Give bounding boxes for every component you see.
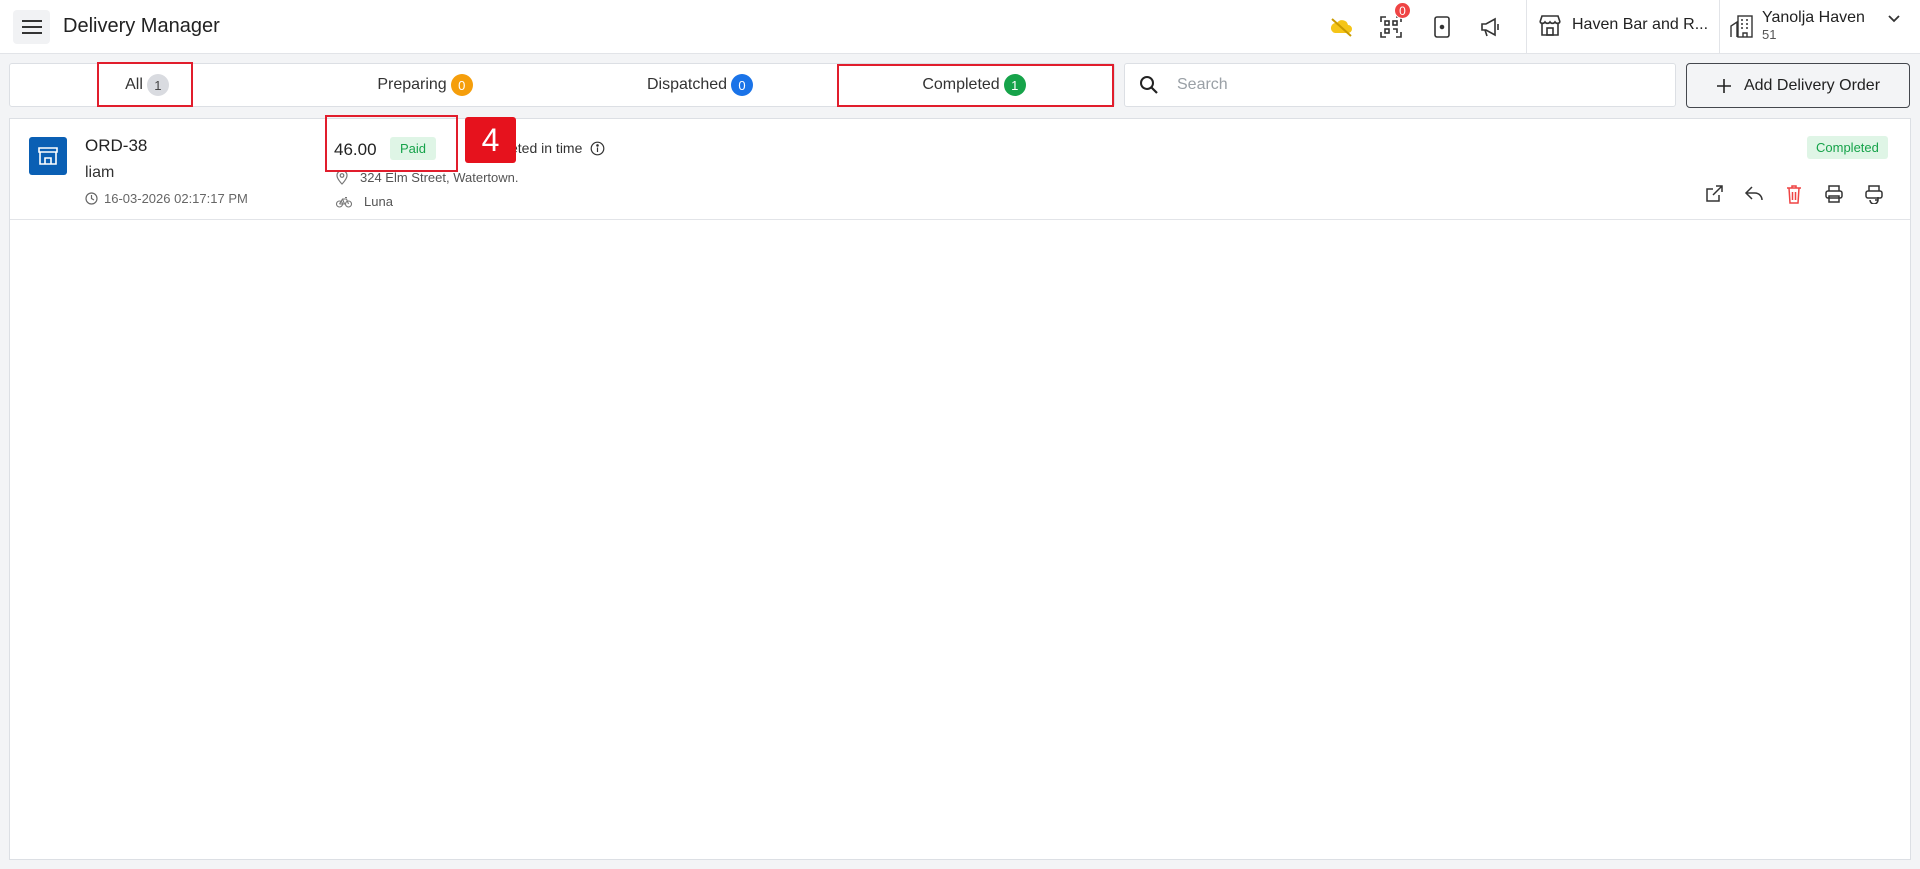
order-status-badge: Completed <box>1807 136 1888 159</box>
printer-refresh-icon <box>1865 185 1883 204</box>
chevron-down-icon <box>1888 15 1900 23</box>
property-name: Yanolja Haven <box>1762 9 1865 26</box>
reprint-button[interactable] <box>1862 182 1886 206</box>
tab-label: Dispatched <box>646 76 728 93</box>
plus-icon <box>1716 78 1731 93</box>
tab-preparing[interactable]: Preparing 0 <box>350 64 500 106</box>
clock-icon <box>85 192 98 205</box>
highlight-box-all-tab <box>97 62 193 107</box>
tab-dispatched[interactable]: Dispatched 0 <box>620 64 780 106</box>
order-id[interactable]: ORD-38 <box>85 136 147 156</box>
highlight-box-completed-tab <box>837 64 1114 107</box>
restaurant-name: Haven Bar and R... <box>1572 16 1709 33</box>
tab-count-badge: 0 <box>450 74 473 96</box>
divider <box>1719 0 1720 54</box>
timing-text: eted in time <box>510 140 583 156</box>
external-link-icon <box>1706 185 1723 202</box>
tab-count-badge: 0 <box>731 74 754 96</box>
qr-scan-icon <box>1380 16 1402 38</box>
hamburger-menu-button[interactable] <box>13 10 50 44</box>
property-number: 51 <box>1762 27 1777 42</box>
bicycle-icon <box>336 196 352 208</box>
printer-icon <box>1825 185 1843 203</box>
search-input[interactable] <box>1177 76 1657 94</box>
delivery-driver: Luna <box>336 194 393 209</box>
order-actions <box>1702 182 1886 206</box>
mobile-phone-icon <box>1434 16 1450 38</box>
search-icon <box>1140 76 1158 94</box>
cloud-off-button[interactable] <box>1327 12 1357 42</box>
customer-name: liam <box>85 164 115 181</box>
megaphone-icon <box>1481 17 1499 37</box>
driver-name: Luna <box>364 194 393 209</box>
tab-label: Preparing <box>377 76 447 93</box>
order-row[interactable]: ORD-38 liam 16-03-2026 02:17:17 PM 46.00… <box>10 119 1910 220</box>
timestamp-text: 16-03-2026 02:17:17 PM <box>104 191 248 206</box>
add-button-label: Add Delivery Order <box>1743 76 1881 94</box>
info-icon[interactable] <box>590 141 605 156</box>
mobile-device-button[interactable] <box>1427 12 1457 42</box>
menu-icon <box>21 20 42 34</box>
trash-icon <box>1787 185 1801 204</box>
qr-notification-badge: 0 <box>1394 2 1411 19</box>
order-list: ORD-38 liam 16-03-2026 02:17:17 PM 46.00… <box>9 118 1911 860</box>
open-order-button[interactable] <box>1702 182 1726 206</box>
highlight-box-amount <box>325 115 458 172</box>
reply-button[interactable] <box>1742 182 1766 206</box>
store-icon <box>38 147 58 165</box>
store-order-type-icon <box>29 137 67 175</box>
cloud-off-icon <box>1330 18 1352 37</box>
announcements-button[interactable] <box>1476 12 1506 42</box>
delivery-address: 324 Elm Street, Watertown. <box>336 170 518 185</box>
location-pin-icon <box>336 170 348 185</box>
add-delivery-order-button[interactable]: Add Delivery Order <box>1686 63 1910 108</box>
top-bar: Delivery Manager 0 Haven Bar and R... Ya… <box>0 0 1920 54</box>
print-button[interactable] <box>1822 182 1846 206</box>
delivery-timing: eted in time <box>510 140 605 156</box>
qr-code-button[interactable]: 0 <box>1376 2 1411 42</box>
page-title: Delivery Manager <box>63 15 220 37</box>
property-selector[interactable]: Yanolja Haven 51 <box>1730 8 1901 43</box>
storefront-icon <box>1539 15 1561 36</box>
annotation-step-number: 4 <box>465 117 516 163</box>
divider <box>1526 0 1527 54</box>
restaurant-selector[interactable]: Haven Bar and R... <box>1538 14 1708 36</box>
delete-order-button[interactable] <box>1782 182 1806 206</box>
hotel-building-icon <box>1730 15 1753 38</box>
reply-icon <box>1744 186 1763 201</box>
search-box <box>1124 63 1676 107</box>
order-timestamp: 16-03-2026 02:17:17 PM <box>85 191 248 206</box>
address-text: 324 Elm Street, Watertown. <box>360 170 519 185</box>
